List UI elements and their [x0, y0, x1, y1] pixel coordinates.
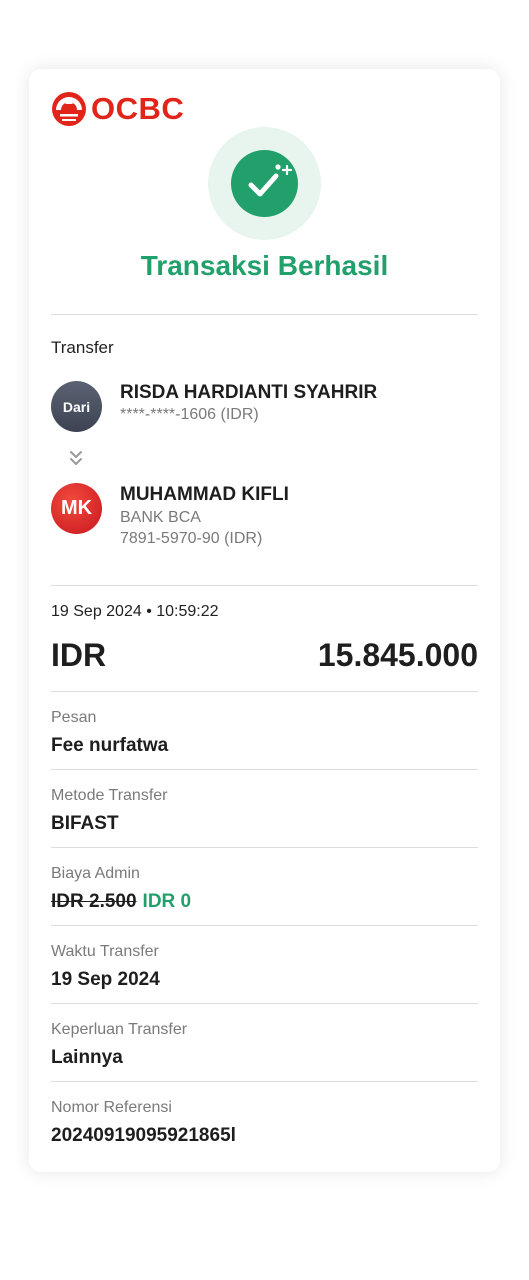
recipient-bank: BANK BCA — [120, 509, 201, 526]
fee-value-row: IDR 2.500 IDR 0 — [51, 891, 191, 913]
divider — [51, 314, 478, 315]
transfer-section-label: Transfer — [51, 338, 114, 357]
reference-value: 20240919095921865l — [51, 1125, 236, 1146]
divider — [51, 585, 478, 586]
ocbc-logo: OCBC — [51, 91, 184, 127]
check-sparkle-icon — [231, 150, 298, 217]
sender-account: ****-****-1606 (IDR) — [120, 406, 259, 423]
method-value: BIFAST — [51, 813, 119, 834]
time-value: 19 Sep 2024 — [51, 969, 160, 990]
success-badge — [208, 127, 321, 240]
sender-name: RISDA HARDIANTI SYAHRIR — [120, 382, 378, 403]
transfer-amount: 15.845.000 — [317, 637, 478, 673]
double-chevron-down-icon — [70, 451, 82, 465]
divider — [51, 847, 478, 848]
purpose-label: Keperluan Transfer — [51, 1021, 188, 1038]
fee-value: IDR 0 — [142, 891, 192, 912]
fee-original: IDR 2.500 — [51, 891, 137, 912]
recipient-name: MUHAMMAD KIFLI — [120, 484, 289, 505]
receipt-card: OCBC Transaksi Berhasil Transfer Dari RI… — [29, 69, 500, 1172]
sender-avatar: Dari — [51, 381, 102, 432]
divider — [51, 691, 478, 692]
message-value: Fee nurfatwa — [51, 735, 169, 756]
method-label: Metode Transfer — [51, 787, 168, 804]
time-label: Waktu Transfer — [51, 943, 159, 960]
divider — [51, 1003, 478, 1004]
fee-label: Biaya Admin — [51, 865, 140, 882]
message-label: Pesan — [51, 709, 97, 726]
ocbc-emblem-icon — [52, 92, 86, 126]
divider — [51, 1081, 478, 1082]
reference-label: Nomor Referensi — [51, 1099, 172, 1116]
divider — [51, 925, 478, 926]
amount-currency: IDR — [51, 637, 107, 673]
purpose-value: Lainnya — [51, 1047, 123, 1068]
divider — [51, 769, 478, 770]
status-title: Transaksi Berhasil — [140, 250, 389, 281]
recipient-account: 7891-5970-90 (IDR) — [120, 530, 263, 547]
recipient-avatar: MK — [51, 483, 102, 534]
logo-text: OCBC — [91, 91, 185, 126]
transaction-datetime: 19 Sep 2024 • 10:59:22 — [51, 603, 219, 620]
